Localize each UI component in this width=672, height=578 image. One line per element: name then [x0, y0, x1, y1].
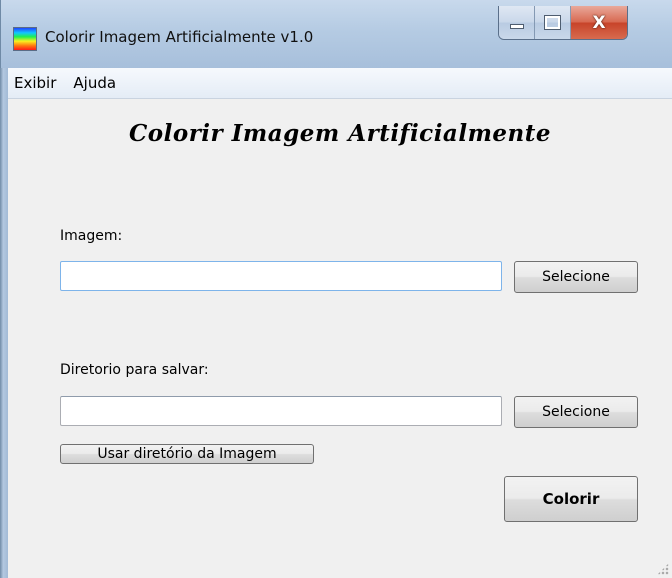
app-window: Colorir Imagem Artificialmente v1.0 X Ex…	[0, 0, 672, 578]
select-image-button[interactable]: Selecione	[514, 261, 638, 293]
resize-grip[interactable]	[657, 563, 669, 575]
save-dir-label: Diretorio para salvar:	[60, 362, 209, 378]
select-save-dir-button[interactable]: Selecione	[514, 396, 638, 428]
colorize-button[interactable]: Colorir	[504, 476, 638, 522]
page-title: Colorir Imagem Artificialmente	[128, 120, 552, 147]
window-frame	[0, 68, 8, 578]
menu-bar: Exibir Ajuda	[8, 68, 672, 99]
window-title: Colorir Imagem Artificialmente v1.0	[45, 28, 314, 46]
client-area: Exibir Ajuda Colorir Imagem Artificialme…	[8, 68, 672, 578]
close-icon: X	[592, 12, 606, 33]
minimize-button[interactable]	[499, 6, 534, 39]
rainbow-gradient-icon	[13, 27, 37, 51]
maximize-button[interactable]	[534, 6, 570, 39]
menu-exibir[interactable]: Exibir	[14, 74, 63, 92]
image-label: Imagem:	[60, 228, 123, 244]
minimize-icon	[509, 24, 524, 29]
title-bar[interactable]: Colorir Imagem Artificialmente v1.0 X	[0, 0, 672, 68]
save-dir-input[interactable]	[60, 396, 502, 426]
image-path-input[interactable]	[60, 261, 502, 291]
window-controls: X	[498, 6, 628, 40]
use-image-dir-button[interactable]: Usar diretório da Imagem	[60, 444, 314, 464]
close-button[interactable]: X	[570, 6, 627, 39]
maximize-icon	[544, 15, 561, 30]
menu-ajuda[interactable]: Ajuda	[73, 74, 123, 92]
